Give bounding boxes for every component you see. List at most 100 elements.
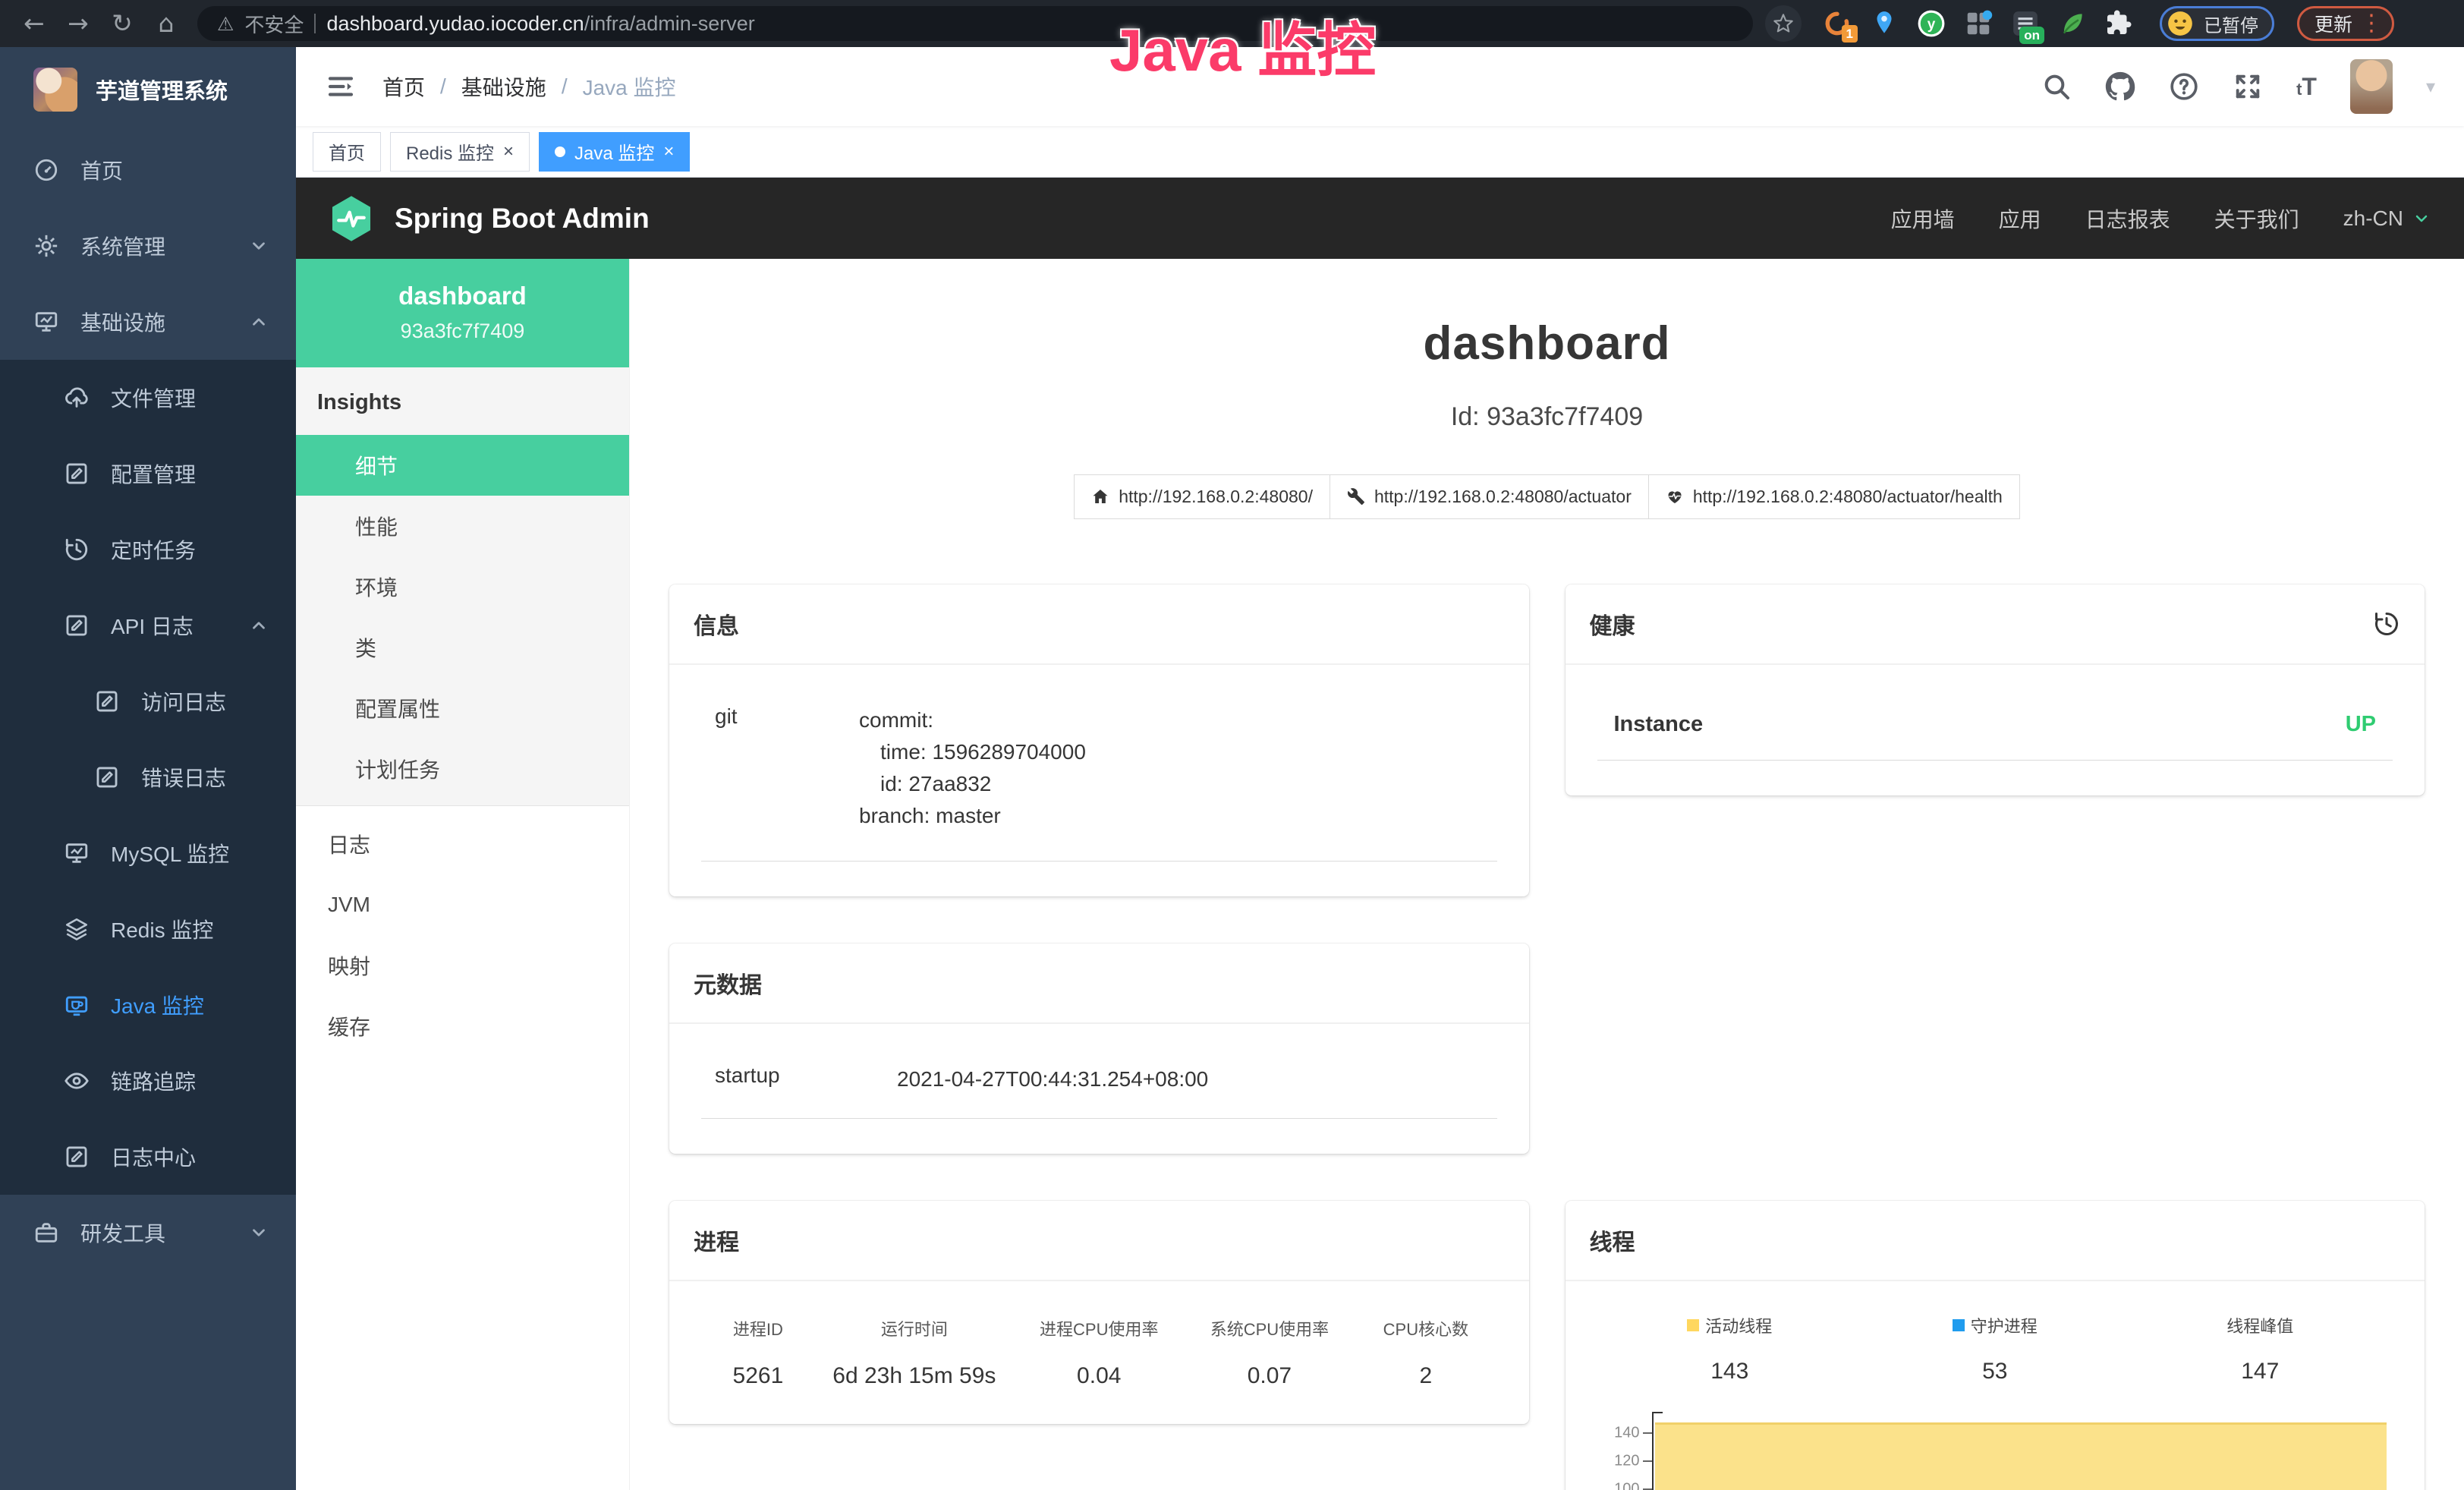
- process-value-pid: 5261: [701, 1363, 815, 1389]
- forward-icon[interactable]: →: [59, 1, 97, 46]
- sba-nav-about[interactable]: 关于我们: [2214, 203, 2299, 234]
- extension-icon-refresh[interactable]: 1: [1823, 9, 1852, 38]
- chevron-down-icon: [2412, 209, 2431, 228]
- sidebar-item-error-logs[interactable]: 错误日志: [0, 739, 296, 815]
- threads-peak-legend: 线程峰值: [2128, 1313, 2393, 1337]
- sidebar-item-config-management[interactable]: 配置管理: [0, 436, 296, 512]
- browser-update-button[interactable]: 更新 ⋮: [2297, 6, 2394, 41]
- chevron-up-icon: [249, 312, 269, 332]
- update-label: 更新: [2315, 10, 2352, 37]
- help-button[interactable]: [2169, 71, 2199, 102]
- sidebar-item-label: MySQL 监控: [111, 838, 229, 868]
- sidebar-item-mysql-monitor[interactable]: MySQL 监控: [0, 815, 296, 891]
- profile-paused-label: 已暂停: [2204, 11, 2258, 37]
- sidebar-item-label: Java 监控: [111, 990, 204, 1020]
- star-icon: [1773, 13, 1794, 34]
- sidebar-item-api-logs[interactable]: API 日志: [0, 587, 296, 663]
- sba-nav-wallboard[interactable]: 应用墙: [1891, 203, 1955, 234]
- main-column: 首页 / 基础设施 / Java 监控 tT ▾: [296, 47, 2464, 1490]
- tab-java-monitor[interactable]: Java 监控 ×: [539, 132, 690, 172]
- svg-text:y: y: [1927, 17, 1936, 33]
- sba-sidebar-item-caches[interactable]: 缓存: [296, 996, 629, 1057]
- detail-cards-grid: 信息 git commit: time: 1596289704000 id: 2: [669, 584, 2425, 1490]
- sidebar-item-file-management[interactable]: 文件管理: [0, 360, 296, 436]
- sba-sidebar-item-classes[interactable]: 类: [296, 617, 629, 678]
- history-icon[interactable]: [2373, 610, 2400, 638]
- profile-paused-chip[interactable]: 已暂停: [2160, 6, 2274, 41]
- sidebar-item-tracing[interactable]: 链路追踪: [0, 1043, 296, 1119]
- avatar-caret-icon[interactable]: ▾: [2426, 76, 2435, 97]
- service-url-link[interactable]: http://192.168.0.2:48080/: [1074, 474, 1330, 519]
- sba-sidebar-item-environment[interactable]: 环境: [296, 556, 629, 617]
- sba-sidebar-item-jvm[interactable]: JVM: [296, 874, 629, 935]
- sidebar-item-dev-tools[interactable]: 研发工具: [0, 1195, 296, 1271]
- sba-locale-select[interactable]: zh-CN: [2343, 206, 2431, 231]
- back-icon[interactable]: ←: [15, 1, 53, 46]
- heartbeat-icon: [1666, 487, 1684, 506]
- actuator-url-link[interactable]: http://192.168.0.2:48080/actuator: [1330, 474, 1649, 519]
- not-secure-warning-icon: ⚠: [217, 13, 234, 35]
- fullscreen-icon: [2233, 71, 2263, 102]
- tab-redis-monitor[interactable]: Redis 监控 ×: [390, 132, 530, 172]
- extension-icon-lines-on[interactable]: on: [2011, 9, 2040, 38]
- instance-header[interactable]: dashboard 93a3fc7f7409: [296, 259, 629, 367]
- font-size-button[interactable]: tT: [2296, 73, 2317, 101]
- health-url-link[interactable]: http://192.168.0.2:48080/actuator/health: [1649, 474, 2020, 519]
- sidebar-item-infrastructure[interactable]: 基础设施: [0, 284, 296, 360]
- health-url: http://192.168.0.2:48080/actuator/health: [1693, 487, 2003, 507]
- sba-sidebar-item-mappings[interactable]: 映射: [296, 935, 629, 996]
- process-card-title: 进程: [694, 1224, 739, 1257]
- sba-nav-applications[interactable]: 应用: [1999, 203, 2041, 234]
- threads-card-title: 线程: [1590, 1224, 1635, 1257]
- sidebar-item-label: 系统管理: [80, 231, 165, 261]
- health-status-badge: UP: [2346, 712, 2376, 737]
- breadcrumb: 首页 / 基础设施 / Java 监控: [382, 71, 676, 102]
- fullscreen-button[interactable]: [2233, 71, 2263, 102]
- reload-icon[interactable]: ↻: [103, 1, 141, 46]
- process-table: 进程ID 运行时间 进程CPU使用率 系统CPU使用率 CPU核心数 5261 …: [701, 1316, 1497, 1389]
- breadcrumb-infrastructure[interactable]: 基础设施: [461, 71, 546, 102]
- sidebar-item-scheduled-tasks[interactable]: 定时任务: [0, 512, 296, 587]
- github-button[interactable]: [2105, 71, 2135, 102]
- sidebar-item-java-monitor[interactable]: Java 监控: [0, 967, 296, 1043]
- metadata-card-title: 元数据: [694, 966, 762, 1000]
- sidebar-item-redis-monitor[interactable]: Redis 监控: [0, 891, 296, 967]
- search-button[interactable]: [2041, 71, 2072, 102]
- sidebar-item-system-management[interactable]: 系统管理: [0, 208, 296, 284]
- not-secure-label: 不安全: [244, 10, 304, 38]
- extension-icon-leaf[interactable]: [2058, 9, 2087, 38]
- app-logo-row[interactable]: 芋道管理系统: [0, 47, 296, 132]
- spring-boot-admin-frame: Spring Boot Admin 应用墙 应用 日志报表 关于我们 zh-CN: [296, 178, 2464, 1490]
- extensions-puzzle-icon[interactable]: [2105, 9, 2134, 38]
- tab-close-icon[interactable]: ×: [663, 143, 674, 161]
- sba-sidebar-item-scheduled[interactable]: 计划任务: [296, 739, 629, 799]
- ytick-label: 120: [1614, 1452, 1639, 1470]
- user-avatar[interactable]: [2350, 59, 2393, 114]
- threads-area-series: [1655, 1422, 2387, 1490]
- sba-sidebar-item-metrics[interactable]: 性能: [296, 496, 629, 556]
- sba-sidebar-item-config-props[interactable]: 配置属性: [296, 678, 629, 739]
- bookmark-star-button[interactable]: [1765, 5, 1802, 42]
- sidebar-toggle-icon[interactable]: [325, 71, 357, 102]
- threads-card-body: 活动线程 守护进程 线程峰值: [1566, 1281, 2425, 1490]
- sba-sidebar-item-logs[interactable]: 日志: [296, 814, 629, 874]
- sba-brand-title: Spring Boot Admin: [395, 203, 650, 235]
- sidebar-item-access-logs[interactable]: 访问日志: [0, 663, 296, 739]
- extension-icon-grid[interactable]: [1964, 9, 1993, 38]
- home-icon[interactable]: ⌂: [147, 1, 185, 46]
- breadcrumb-home[interactable]: 首页: [382, 71, 425, 102]
- chevron-down-icon: [249, 236, 269, 256]
- sidebar-item-home[interactable]: 首页: [0, 132, 296, 208]
- threads-live-value: 143: [1597, 1359, 1863, 1384]
- app-frame: 芋道管理系统 首页 系统管理 基础设施 文件管理: [0, 47, 2464, 1490]
- tab-close-icon[interactable]: ×: [503, 143, 514, 161]
- tab-home[interactable]: 首页: [313, 132, 381, 172]
- address-bar[interactable]: ⚠ 不安全 dashboard.yudao.iocoder.cn/infra/a…: [197, 6, 1753, 41]
- process-header-uptime: 运行时间: [815, 1316, 1014, 1340]
- sidebar-item-log-center[interactable]: 日志中心: [0, 1119, 296, 1195]
- sba-sidebar-item-details[interactable]: 细节: [296, 435, 629, 496]
- extension-icon-pin[interactable]: [1870, 9, 1899, 38]
- tab-label: Java 监控: [574, 138, 654, 165]
- sba-nav-journal[interactable]: 日志报表: [2085, 203, 2170, 234]
- extension-icon-y-circle[interactable]: y: [1917, 9, 1946, 38]
